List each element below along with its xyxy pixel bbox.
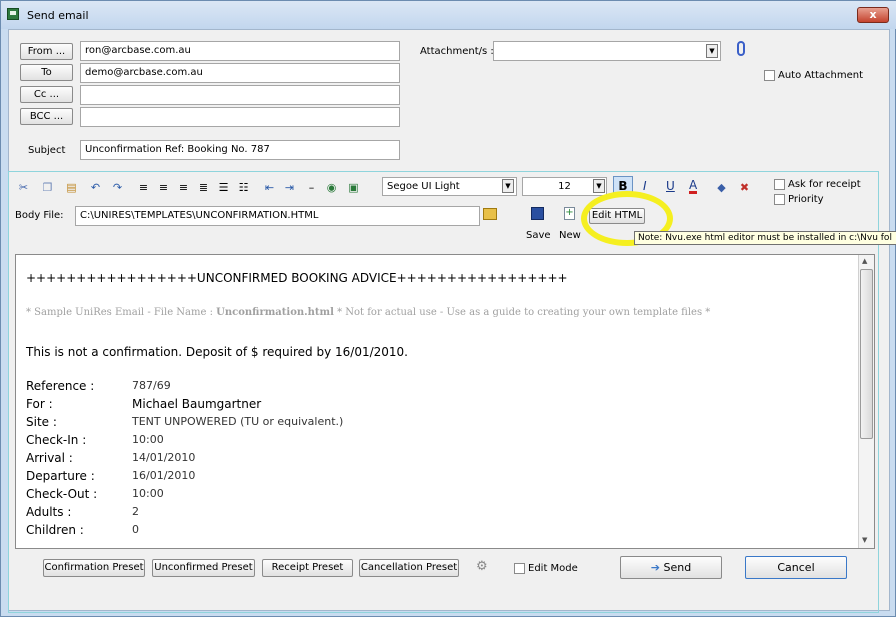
- attachments-select[interactable]: [493, 41, 721, 61]
- separator-icon: –: [308, 181, 315, 194]
- row-value: 14/01/2010: [132, 451, 196, 464]
- subject-label: Subject: [28, 145, 66, 156]
- clear-format-icon[interactable]: ✖: [738, 181, 751, 194]
- new-file-icon[interactable]: +: [564, 207, 575, 220]
- bcc-field[interactable]: [80, 107, 400, 127]
- row-value: TENT UNPOWERED (TU or equivalent.): [132, 415, 344, 428]
- justify-icon[interactable]: ≣: [197, 181, 210, 194]
- sample-note-prefix: * Sample UniRes Email - File Name :: [26, 307, 217, 318]
- sample-note-file: Unconfirmation.html: [216, 307, 334, 318]
- undo-icon[interactable]: ↶: [89, 181, 102, 194]
- copy-icon[interactable]: ❐: [41, 181, 54, 194]
- bullet-list-icon[interactable]: ☰: [217, 181, 230, 194]
- underline-button[interactable]: U: [666, 179, 675, 193]
- row-value: 0: [132, 523, 139, 536]
- from-field[interactable]: ron@arcbase.com.au: [80, 41, 400, 61]
- window-title: Send email: [27, 9, 89, 22]
- number-list-icon[interactable]: ☷: [237, 181, 250, 194]
- receipt-preset-button[interactable]: Receipt Preset: [262, 559, 353, 577]
- cancellation-preset-button[interactable]: Cancellation Preset: [359, 559, 459, 577]
- priority-checkbox[interactable]: [774, 194, 785, 205]
- indent-icon[interactable]: ⇥: [283, 181, 296, 194]
- row-value: Michael Baumgartner: [132, 397, 262, 411]
- align-left-icon[interactable]: ≡: [137, 181, 150, 194]
- sample-note: * Sample UniRes Email - File Name : Unco…: [26, 307, 710, 318]
- confirmation-preset-button[interactable]: Confirmation Preset: [43, 559, 145, 577]
- from-button[interactable]: From ...: [20, 43, 73, 60]
- row-value: 10:00: [132, 433, 164, 446]
- title-bar: Send email x: [1, 1, 896, 29]
- scroll-down-icon[interactable]: ▼: [862, 536, 867, 544]
- align-right-icon[interactable]: ≡: [177, 181, 190, 194]
- to-button[interactable]: To: [20, 64, 73, 81]
- sample-note-suffix: * Not for actual use - Use as a guide to…: [333, 307, 711, 318]
- cc-field[interactable]: [80, 85, 400, 105]
- italic-button[interactable]: I: [643, 179, 647, 193]
- ask-receipt-label: Ask for receipt: [788, 179, 861, 190]
- cut-icon[interactable]: ✂: [17, 181, 30, 194]
- row-label: Check-Out :: [26, 487, 98, 501]
- gear-icon[interactable]: ⚙: [476, 559, 488, 574]
- new-label[interactable]: New: [559, 230, 581, 241]
- send-label: Send: [663, 561, 692, 574]
- notice-text: This is not a confirmation. Deposit of $…: [26, 345, 408, 359]
- browse-folder-icon[interactable]: [483, 208, 497, 220]
- row-value: 2: [132, 505, 139, 518]
- font-color-button[interactable]: A: [689, 179, 698, 194]
- tooltip: Note: Nvu.exe html editor must be instal…: [634, 231, 896, 245]
- to-field[interactable]: demo@arcbase.com.au: [80, 63, 400, 83]
- row-label: Check-In :: [26, 433, 87, 447]
- app-icon: [7, 8, 19, 20]
- row-value: 10:00: [132, 487, 164, 500]
- send-email-window: Send email x From ... ron@arcbase.com.au…: [0, 0, 896, 617]
- scroll-up-icon[interactable]: ▲: [862, 257, 867, 265]
- row-value: 787/69: [132, 379, 171, 392]
- subject-field[interactable]: Unconfirmation Ref: Booking No. 787: [80, 140, 400, 160]
- image-icon[interactable]: ▣: [347, 181, 360, 194]
- priority-label: Priority: [788, 194, 824, 205]
- auto-attachment-label: Auto Attachment: [778, 70, 864, 81]
- send-button[interactable]: ➔ Send: [620, 556, 722, 579]
- paste-icon[interactable]: ▤: [65, 181, 78, 194]
- cancel-button[interactable]: Cancel: [745, 556, 847, 579]
- redo-icon[interactable]: ↷: [111, 181, 124, 194]
- row-label: Adults :: [26, 505, 72, 519]
- align-center-icon[interactable]: ≡: [157, 181, 170, 194]
- paperclip-icon[interactable]: [737, 41, 745, 56]
- font-name-select[interactable]: Segoe UI Light: [382, 177, 517, 196]
- send-icon: ➔: [650, 561, 660, 574]
- bcc-button[interactable]: BCC ...: [20, 108, 73, 125]
- row-value: 16/01/2010: [132, 469, 196, 482]
- edit-mode-label: Edit Mode: [528, 563, 578, 574]
- font-size-dropdown-icon[interactable]: ▼: [593, 179, 605, 193]
- save-icon[interactable]: [531, 207, 544, 220]
- auto-attachment-checkbox[interactable]: [764, 70, 775, 81]
- row-label: Children :: [26, 523, 84, 537]
- link-icon[interactable]: ◉: [325, 181, 338, 194]
- row-label: Reference :: [26, 379, 95, 393]
- row-label: Site :: [26, 415, 57, 429]
- row-label: Arrival :: [26, 451, 73, 465]
- email-body-editor[interactable]: +++++++++++++++++UNCONFIRMED BOOKING ADV…: [15, 254, 875, 549]
- font-name-dropdown-icon[interactable]: ▼: [502, 179, 514, 193]
- row-label: Departure :: [26, 469, 95, 483]
- ask-receipt-checkbox[interactable]: [774, 179, 785, 190]
- edit-mode-checkbox[interactable]: [514, 563, 525, 574]
- outdent-icon[interactable]: ⇤: [263, 181, 276, 194]
- cc-button[interactable]: Cc ...: [20, 86, 73, 103]
- body-file-field[interactable]: C:\UNIRES\TEMPLATES\UNCONFIRMATION.HTML: [75, 206, 480, 226]
- editor-scrollbar[interactable]: ▲ ▼: [858, 255, 874, 548]
- scrollbar-thumb[interactable]: [860, 269, 873, 439]
- close-button[interactable]: x: [857, 7, 889, 23]
- email-header-line: +++++++++++++++++UNCONFIRMED BOOKING ADV…: [26, 271, 568, 285]
- attachments-dropdown-icon[interactable]: ▼: [706, 44, 718, 58]
- unconfirmed-preset-button[interactable]: Unconfirmed Preset: [152, 559, 255, 577]
- body-file-label: Body File:: [15, 210, 64, 221]
- attachments-label: Attachment/s :: [420, 46, 494, 57]
- save-label[interactable]: Save: [526, 230, 551, 241]
- row-label: For :: [26, 397, 53, 411]
- highlight-color-icon[interactable]: ◆: [715, 181, 728, 194]
